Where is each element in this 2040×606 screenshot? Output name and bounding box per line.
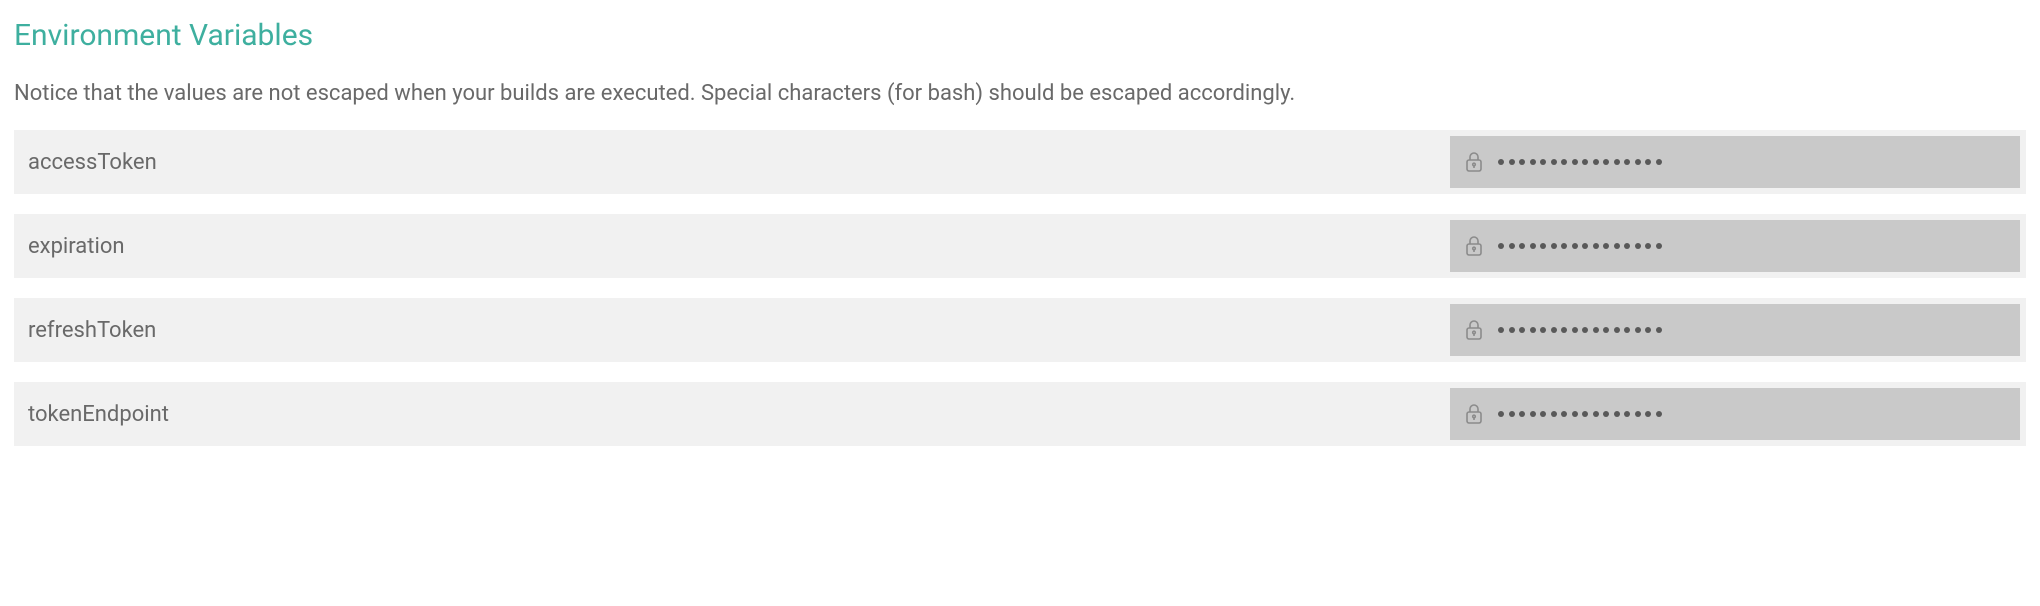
masked-value (1498, 243, 1662, 249)
env-var-name: tokenEndpoint (14, 382, 1450, 446)
env-var-name: accessToken (14, 130, 1450, 194)
env-var-row: refreshToken (14, 298, 2026, 362)
env-var-value[interactable] (1450, 304, 2020, 356)
env-var-name: expiration (14, 214, 1450, 278)
masked-value (1498, 411, 1662, 417)
env-var-row: expiration (14, 214, 2026, 278)
lock-icon (1464, 318, 1484, 342)
masked-value (1498, 327, 1662, 333)
env-var-value[interactable] (1450, 220, 2020, 272)
env-var-value[interactable] (1450, 136, 2020, 188)
section-title: Environment Variables (14, 18, 2026, 53)
lock-icon (1464, 150, 1484, 174)
lock-icon (1464, 234, 1484, 258)
masked-value (1498, 159, 1662, 165)
env-var-value[interactable] (1450, 388, 2020, 440)
lock-icon (1464, 402, 1484, 426)
env-var-list: accessToken expiration refreshToken tokenEn… (14, 130, 2026, 446)
env-var-name: refreshToken (14, 298, 1450, 362)
env-var-row: accessToken (14, 130, 2026, 194)
section-notice: Notice that the values are not escaped w… (14, 81, 2026, 106)
env-var-row: tokenEndpoint (14, 382, 2026, 446)
